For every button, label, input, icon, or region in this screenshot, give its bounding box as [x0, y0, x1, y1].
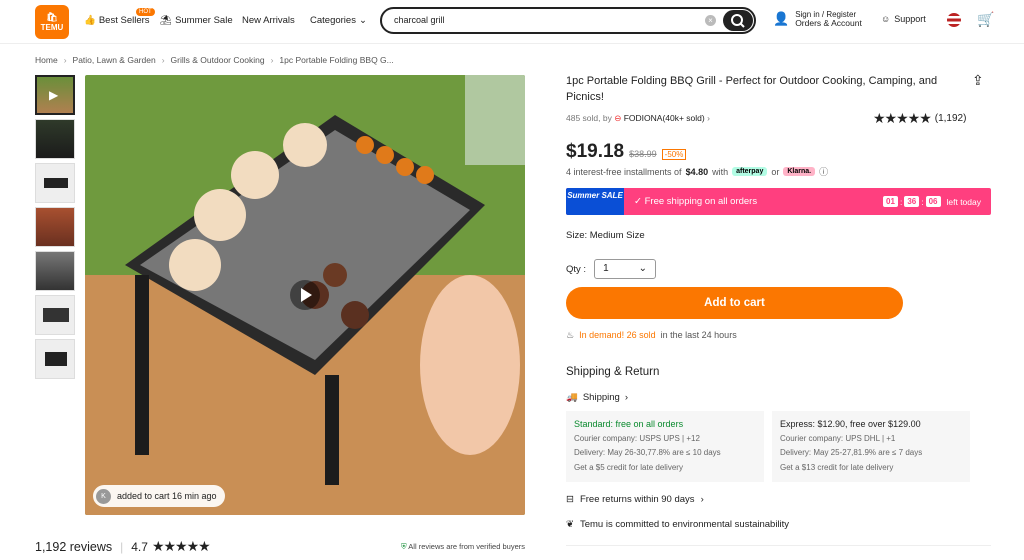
chevron-down-icon: ⌄ — [638, 263, 648, 274]
clear-icon[interactable]: × — [705, 15, 716, 26]
cart-icon[interactable]: 🛒 — [977, 11, 994, 28]
shield-icon: ⛨ — [400, 541, 407, 551]
user-icon: 👤 — [773, 11, 790, 26]
avatar: K — [96, 488, 111, 504]
thumbnail-list: ▶ — [35, 75, 75, 383]
store-icon: ⊖ — [614, 113, 622, 123]
reviews-summary: 1,192 reviews | 4.7 ★★★★★ ⛨ All reviews … — [35, 538, 525, 554]
umbrella-icon: ⛱ — [160, 15, 173, 26]
shipping-return-heading: Shipping & Return — [566, 366, 660, 378]
current-price: $19.18 — [566, 141, 625, 162]
crumb-patio[interactable]: Patio, Lawn & Garden — [73, 55, 156, 65]
review-count[interactable]: 1,192 reviews — [35, 540, 112, 554]
thumbnail[interactable] — [35, 119, 75, 159]
crumb-home[interactable]: Home — [35, 55, 58, 65]
shipping-link[interactable]: 🚚 Shipping › — [566, 392, 628, 403]
leaf-icon: ❦ — [566, 519, 574, 530]
play-icon: ▶ — [49, 88, 59, 102]
search-bar[interactable]: charcoal grill × — [380, 7, 756, 34]
free-shipping-text: ✓ Free shipping on all orders — [634, 196, 758, 207]
thumbnail-video[interactable]: ▶ — [35, 75, 75, 115]
share-icon[interactable]: ⇪ — [972, 72, 984, 89]
klarna-badge[interactable]: Klarna. — [783, 167, 816, 176]
nav-best-sellers[interactable]: 👍 Best Sellers — [84, 15, 150, 26]
truck-icon: 🚚 — [566, 392, 578, 403]
installments-info: 4 interest-free installments of $4.80 wi… — [566, 165, 829, 178]
breadcrumb: Home › Patio, Lawn & Garden › Grills & Out… — [35, 55, 394, 65]
search-button[interactable] — [723, 10, 753, 31]
original-price: $38.99 — [629, 149, 657, 159]
review-score: 4.7 — [131, 539, 148, 554]
demand-note: ♨ In demand! 26 sold in the last 24 hour… — [566, 330, 737, 340]
search-input[interactable]: charcoal grill — [394, 15, 445, 25]
add-to-cart-button[interactable]: Add to cart — [566, 287, 903, 319]
return-box-icon: ⊟ — [566, 494, 574, 505]
check-icon: ✓ — [634, 196, 642, 207]
thumbnail[interactable] — [35, 295, 75, 335]
divider — [566, 545, 991, 546]
product-title: 1pc Portable Folding BBQ Grill - Perfect… — [566, 75, 938, 103]
flame-icon: ♨ — [566, 330, 575, 340]
price-block: $19.18 $38.99 -50% — [566, 141, 687, 163]
nav-summer-sale[interactable]: ⛱ Summer Sale — [160, 15, 233, 26]
support-icon: ☺ — [881, 14, 891, 24]
support-link[interactable]: ☺ Support — [881, 14, 926, 24]
sustainability-note: ❦ Temu is committed to environmental sust… — [566, 519, 790, 530]
summer-sale-badge: Summer SALE — [566, 188, 624, 215]
size-label: Size: Medium Size — [566, 230, 645, 241]
thumbnail[interactable] — [35, 339, 75, 379]
top-header: 🛍 TEMU 👍 Best Sellers HOT ⛱ Summer Sale New… — [0, 0, 1024, 44]
account-menu[interactable]: 👤 Sign in / Register Orders & Account — [773, 10, 862, 28]
thumbnail[interactable] — [35, 207, 75, 247]
quantity-select[interactable]: 1 ⌄ — [594, 259, 657, 279]
express-shipping-card: Express: $12.90, free over $129.00 Couri… — [772, 411, 970, 482]
main-product-image[interactable]: K added to cart 16 min ago — [85, 75, 525, 515]
us-flag-icon[interactable] — [947, 13, 961, 27]
verified-note: ⛨ All reviews are from verified buyers — [400, 541, 525, 551]
star-rating-icon: ★★★★★ — [151, 538, 211, 554]
rating-summary[interactable]: ★★★★★ (1,192) — [873, 110, 966, 127]
nav-new-arrivals[interactable]: New Arrivals — [242, 15, 295, 26]
afterpay-badge[interactable]: afterpay — [732, 167, 768, 176]
info-icon[interactable]: ⓘ — [819, 165, 828, 178]
discount-badge: -50% — [661, 149, 687, 160]
quantity-row: Qty : 1 ⌄ — [566, 259, 657, 279]
seller-link[interactable]: FODIONA(40k+ sold) — [624, 113, 705, 123]
thumbnail[interactable] — [35, 251, 75, 291]
recent-cart-notice: K added to cart 16 min ago — [93, 485, 225, 507]
countdown-timer: 01:36:06 left today — [883, 196, 991, 207]
star-rating-icon: ★★★★★ — [873, 110, 932, 126]
search-icon — [731, 14, 745, 28]
hot-badge: HOT — [136, 8, 155, 16]
summer-sale-banner: Summer SALE ✓ Free shipping on all order… — [566, 188, 991, 215]
nav-categories[interactable]: Categories ⌄ — [310, 15, 367, 26]
standard-shipping-card: Standard: free on all orders Courier com… — [566, 411, 764, 482]
thumbs-up-icon: 👍 — [84, 15, 96, 26]
play-video-button[interactable] — [290, 280, 320, 310]
thumbnail[interactable] — [35, 163, 75, 203]
crumb-current: 1pc Portable Folding BBQ G... — [279, 55, 394, 65]
crumb-grills[interactable]: Grills & Outdoor Cooking — [171, 55, 265, 65]
temu-logo[interactable]: 🛍 TEMU — [35, 5, 69, 39]
sold-by: 485 sold, by ⊖ FODIONA(40k+ sold) › — [566, 113, 710, 123]
free-returns-link[interactable]: ⊟ Free returns within 90 days › — [566, 494, 704, 505]
chevron-down-icon: ⌄ — [358, 15, 367, 26]
